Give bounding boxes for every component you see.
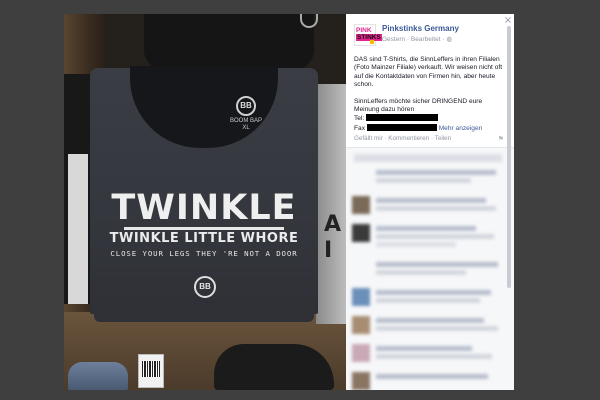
- post-paragraph-2-text: SinnLeffers möchte sicher DRINGEND eure …: [354, 97, 483, 114]
- avatar-text-pink: PINK: [356, 27, 372, 34]
- comment-avatar-blurred: [352, 344, 370, 362]
- shoe-right: [214, 344, 334, 390]
- comment-blurred: [352, 344, 504, 370]
- shirt-print-tagline: CLOSE YOUR LEGS THEY 'RE NOT A DOOR: [110, 249, 298, 258]
- comment-text-blurred: [376, 170, 496, 175]
- comments-section: [346, 147, 514, 390]
- comment-text-blurred: [376, 290, 491, 295]
- audience-globe-icon[interactable]: ◍: [447, 35, 453, 43]
- close-icon[interactable]: ×: [503, 16, 513, 26]
- shirt-logo-top: [300, 14, 318, 28]
- shirt-print-subline: TWINKLE LITTLE WHORE: [109, 231, 299, 246]
- post-actions[interactable]: Gefällt mir · Kommentieren · Teilen ⚑: [354, 135, 504, 143]
- comment-text-blurred: [376, 206, 496, 211]
- comment-blurred: [352, 168, 504, 194]
- see-more-link[interactable]: Mehr anzeigen: [439, 125, 483, 132]
- post-side-panel: PINK STINKS Pinkstinks Germany Gestern ·…: [346, 14, 514, 390]
- post-timestamp: Gestern · Bearbeitet ·: [382, 36, 445, 43]
- page-avatar[interactable]: PINK STINKS: [354, 24, 382, 46]
- shirt-tag-text: BOOM BAP XL: [229, 118, 262, 131]
- shirt-print-headline: TWINKLE: [111, 188, 297, 228]
- dark-shirt-stack: [144, 14, 318, 70]
- avatar-text-stinks: STINKS: [356, 34, 382, 41]
- white-shirt-left: [68, 154, 88, 304]
- comment-avatar-blurred: [352, 372, 370, 390]
- shirt-stack-fold: [94, 304, 314, 322]
- comment-avatar-blurred: [352, 288, 370, 306]
- post-photo[interactable]: A I BB BOOM BAP XL TWINKLE TWINKLE LITTL…: [64, 14, 346, 390]
- post-meta: Gestern · Bearbeitet · ◍: [382, 35, 452, 43]
- shirt-tag-logo: BB: [236, 96, 256, 116]
- post-header: PINK STINKS Pinkstinks Germany Gestern ·…: [354, 24, 504, 48]
- page-name-link[interactable]: Pinkstinks Germany: [382, 24, 459, 33]
- grey-shirt-print: A I: [324, 212, 342, 263]
- comment-text-blurred: [376, 346, 472, 351]
- twinkle-shirt: BB BOOM BAP XL TWINKLE TWINKLE LITTLE WH…: [90, 66, 318, 314]
- barcode-icon: [142, 361, 160, 377]
- fax-label: Fax: [354, 124, 365, 132]
- comment-text-blurred: [376, 354, 492, 359]
- post-paragraph-2: SinnLeffers möchte sicher DRINGEND eure …: [354, 98, 504, 134]
- action-links[interactable]: Gefällt mir · Kommentieren · Teilen: [354, 135, 451, 142]
- report-flag-icon[interactable]: ⚑: [498, 135, 504, 143]
- comment-avatar-blurred: [352, 196, 370, 214]
- comment-text-blurred: [376, 270, 466, 275]
- post-paragraph-1: DAS sind T-Shirts, die SinnLeffers in ih…: [354, 56, 503, 89]
- grey-shirt-right: A I: [316, 84, 346, 324]
- comment-text-blurred: [376, 234, 494, 239]
- comment-text-blurred: [376, 226, 476, 231]
- comment-text-blurred: [376, 198, 486, 203]
- comment-blurred: [352, 224, 504, 250]
- comment-avatar-blurred: [352, 316, 370, 334]
- tel-label: Tel:: [354, 115, 365, 123]
- comment-text-blurred: [376, 326, 498, 331]
- panel-scrollbar[interactable]: [507, 26, 511, 288]
- comment-text-blurred: [376, 298, 480, 303]
- comment-text-blurred: [376, 242, 456, 247]
- shirt-collar: BB BOOM BAP XL: [130, 66, 278, 148]
- comment-text-blurred: [376, 178, 471, 183]
- comment-blurred: [352, 196, 504, 222]
- post-body: DAS sind T-Shirts, die SinnLeffers in ih…: [354, 56, 504, 133]
- comment-text-blurred: [376, 262, 498, 267]
- comment-text-blurred: [376, 318, 484, 323]
- comment-text-blurred: [376, 374, 488, 379]
- comment-blurred: [352, 260, 504, 286]
- redacted-fax: [366, 123, 437, 131]
- shirt-print-logo: BB: [194, 276, 216, 298]
- likes-summary-blurred: [354, 154, 502, 162]
- comment-blurred: [352, 316, 504, 342]
- price-tag: [138, 354, 164, 388]
- comment-blurred: [352, 372, 504, 390]
- comment-blurred: [352, 288, 504, 314]
- shoe-left: [68, 362, 128, 390]
- shirt-print-divider: [124, 227, 284, 230]
- redacted-phone: [366, 114, 439, 122]
- comment-avatar-blurred: [352, 224, 370, 242]
- avatar-accent: [370, 40, 374, 44]
